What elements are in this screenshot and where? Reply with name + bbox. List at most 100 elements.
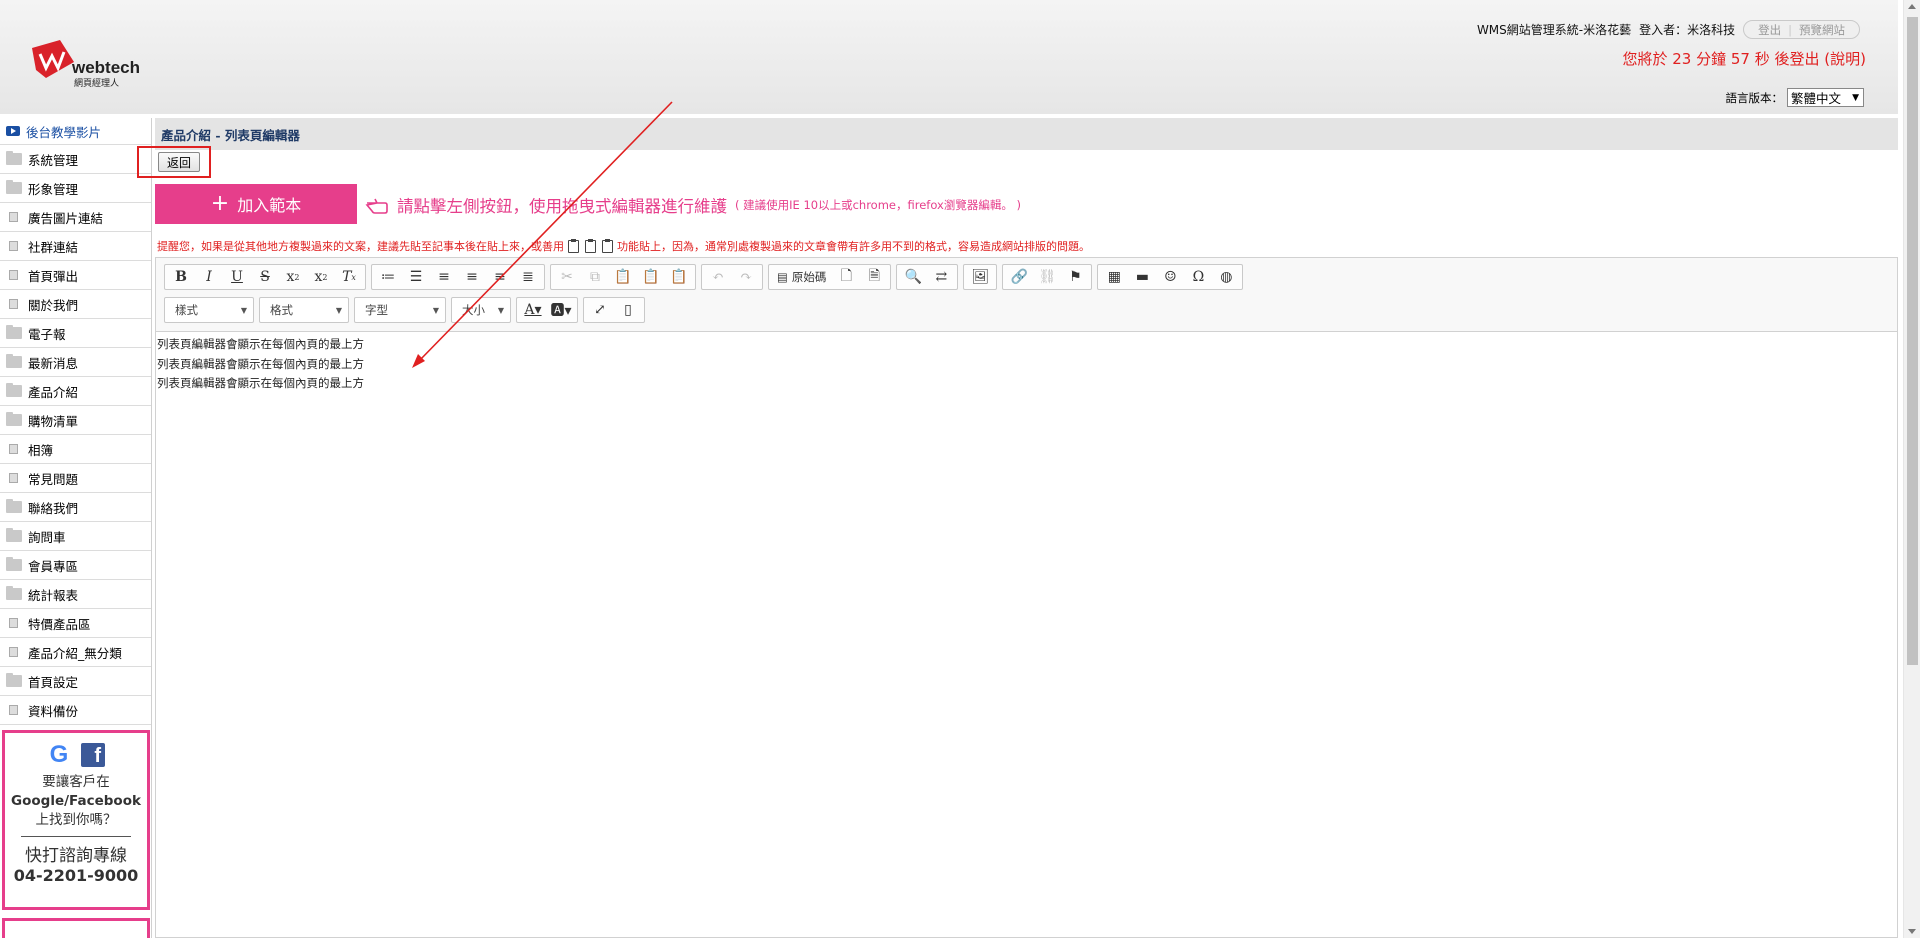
- image-group: 🖼: [963, 264, 998, 290]
- doc-icon: [9, 299, 18, 309]
- sidebar-item-label: 產品介紹: [28, 384, 79, 400]
- cut-icon[interactable]: ✂: [553, 266, 581, 288]
- table-icon[interactable]: ▦: [1100, 266, 1128, 288]
- underline-icon[interactable]: U: [223, 266, 251, 288]
- paste-text-icon[interactable]: 📋: [637, 266, 665, 288]
- doc-icon: [9, 270, 18, 280]
- format-combo[interactable]: 格式 ▼: [259, 297, 349, 323]
- logout-button[interactable]: 登出: [1758, 22, 1781, 38]
- logout-timer[interactable]: 您將於 23 分鐘 57 秒 後登出 (說明): [1623, 48, 1867, 69]
- iframe-globe-icon[interactable]: ◍: [1212, 266, 1240, 288]
- italic-icon[interactable]: I: [195, 266, 223, 288]
- folder-icon: [6, 557, 22, 571]
- strikethrough-icon[interactable]: S: [251, 266, 279, 288]
- add-template-button[interactable]: + 加入範本: [155, 184, 357, 224]
- sidebar-item-label: 關於我們: [28, 297, 79, 313]
- align-center-icon[interactable]: ≡: [458, 266, 486, 288]
- folder-icon: [6, 673, 22, 687]
- sidebar-item[interactable]: 最新消息: [0, 348, 151, 377]
- link-icon[interactable]: 🔗: [1005, 266, 1033, 288]
- bold-icon[interactable]: B: [167, 266, 195, 288]
- sidebar-item[interactable]: 首頁彈出: [0, 261, 151, 290]
- promo-banner-2[interactable]: [2, 918, 150, 938]
- replace-icon[interactable]: ⇄: [927, 266, 955, 288]
- webtech-logo[interactable]: webtech 網頁經理人: [30, 36, 145, 89]
- promo-line-2: Google/Facebook: [11, 793, 141, 809]
- sidebar-item-label: 會員專區: [28, 558, 79, 574]
- superscript-icon[interactable]: x2: [307, 266, 335, 288]
- sidebar-item[interactable]: 資料備份: [0, 696, 151, 725]
- style-combo[interactable]: 樣式 ▼: [164, 297, 254, 323]
- smiley-icon[interactable]: ☺: [1156, 266, 1184, 288]
- bg-color-icon[interactable]: 🅰▾: [547, 299, 575, 321]
- sidebar-item[interactable]: 相簿: [0, 435, 151, 464]
- text-color-icon[interactable]: A▾: [519, 299, 547, 321]
- subscript-icon[interactable]: x2: [279, 266, 307, 288]
- sidebar-item[interactable]: 聯絡我們: [0, 493, 151, 522]
- font-combo[interactable]: 字型 ▼: [354, 297, 446, 323]
- sidebar-item[interactable]: 產品介紹: [0, 377, 151, 406]
- redo-icon[interactable]: ↷: [732, 266, 760, 288]
- language-value: 繁體中文: [1791, 91, 1842, 106]
- anchor-flag-icon[interactable]: ⚑: [1061, 266, 1089, 288]
- special-char-icon[interactable]: Ω: [1184, 266, 1212, 288]
- show-blocks-icon[interactable]: ▯: [614, 299, 642, 321]
- sidebar-item[interactable]: 形象管理: [0, 174, 151, 203]
- unlink-icon[interactable]: ⛓: [1033, 266, 1061, 288]
- bullet-list-icon[interactable]: ☰: [402, 266, 430, 288]
- preview-icon[interactable]: 🗋: [832, 266, 860, 288]
- paste-word-icon[interactable]: 📋: [665, 266, 693, 288]
- sidebar-item[interactable]: 關於我們: [0, 290, 151, 319]
- chevron-down-icon: ▼: [240, 305, 247, 315]
- maximize-icon[interactable]: ⤢: [586, 299, 614, 321]
- source-button[interactable]: ▤ 原始碼: [771, 266, 832, 288]
- remove-format-icon[interactable]: Tx: [335, 266, 363, 288]
- horizontal-rule-icon[interactable]: ▬: [1128, 266, 1156, 288]
- sidebar-item[interactable]: 詢問車: [0, 522, 151, 551]
- sidebar-item[interactable]: 產品介紹_無分類: [0, 638, 151, 667]
- link-group: 🔗 ⛓ ⚑: [1002, 264, 1093, 290]
- language-select[interactable]: 繁體中文 ▼: [1787, 88, 1864, 107]
- sidebar-item[interactable]: 系統管理: [0, 145, 151, 174]
- sidebar-item[interactable]: 首頁設定: [0, 667, 151, 696]
- page-scrollbar[interactable]: [1903, 0, 1920, 938]
- preview-site-button[interactable]: 預覽網站: [1799, 22, 1845, 38]
- sidebar-item[interactable]: 常見問題: [0, 464, 151, 493]
- copy-icon[interactable]: ⧉: [581, 266, 609, 288]
- paste-icon[interactable]: 📋: [609, 266, 637, 288]
- undo-icon[interactable]: ↶: [704, 266, 732, 288]
- find-icon[interactable]: 🔍: [899, 266, 927, 288]
- sidebar-item-label: 購物清單: [28, 413, 79, 429]
- editor-hint: 請點擊左側按鈕，使用拖曳式編輯器進行維護 ( 建議使用IE 10以上或chrom…: [365, 193, 1021, 217]
- sidebar-item[interactable]: 統計報表: [0, 580, 151, 609]
- size-combo[interactable]: 大小 ▼: [451, 297, 511, 323]
- scroll-up-icon[interactable]: [1908, 4, 1916, 9]
- find-group: 🔍 ⇄: [896, 264, 959, 290]
- template-icon[interactable]: 🗎: [860, 266, 888, 288]
- editor-content[interactable]: 列表頁編輯器會顯示在每個內頁的最上方 列表頁編輯器會顯示在每個內頁的最上方 列表…: [156, 332, 1897, 394]
- paste-word-icon: [602, 238, 613, 253]
- align-right-icon[interactable]: ≡: [486, 266, 514, 288]
- promo-banner[interactable]: G f 要讓客戶在 Google/Facebook 上找到你嗎？ 快打諮詢專線 …: [2, 730, 150, 910]
- sidebar-item[interactable]: 社群連結: [0, 232, 151, 261]
- promo-icons: G f: [5, 743, 147, 767]
- sidebar-item[interactable]: 後台教學影片: [0, 118, 151, 145]
- scroll-down-icon[interactable]: [1908, 929, 1916, 934]
- back-button-highlight: [137, 146, 211, 178]
- pointing-hand-icon: [365, 198, 388, 214]
- sidebar-item-label: 首頁設定: [28, 674, 79, 690]
- paste-notice: 提醒您，如果是從其他地方複製過來的文案，建議先貼至記事本後在貼上來，或善用 功能…: [157, 238, 1090, 254]
- scroll-thumb[interactable]: [1907, 17, 1918, 665]
- sidebar-item[interactable]: 購物清單: [0, 406, 151, 435]
- chevron-down-icon: ▼: [1852, 92, 1859, 103]
- color-group: A▾ 🅰▾: [516, 297, 578, 323]
- align-left-icon[interactable]: ≡: [430, 266, 458, 288]
- sidebar-item[interactable]: 電子報: [0, 319, 151, 348]
- image-icon[interactable]: 🖼: [966, 266, 994, 288]
- sidebar-item[interactable]: 廣告圖片連結: [0, 203, 151, 232]
- align-justify-icon[interactable]: ≣: [514, 266, 542, 288]
- sidebar-item[interactable]: 會員專區: [0, 551, 151, 580]
- numbered-list-icon[interactable]: ≔: [374, 266, 402, 288]
- sidebar-item[interactable]: 特價產品區: [0, 609, 151, 638]
- format-group: B I U S x2 x2 Tx: [164, 264, 366, 290]
